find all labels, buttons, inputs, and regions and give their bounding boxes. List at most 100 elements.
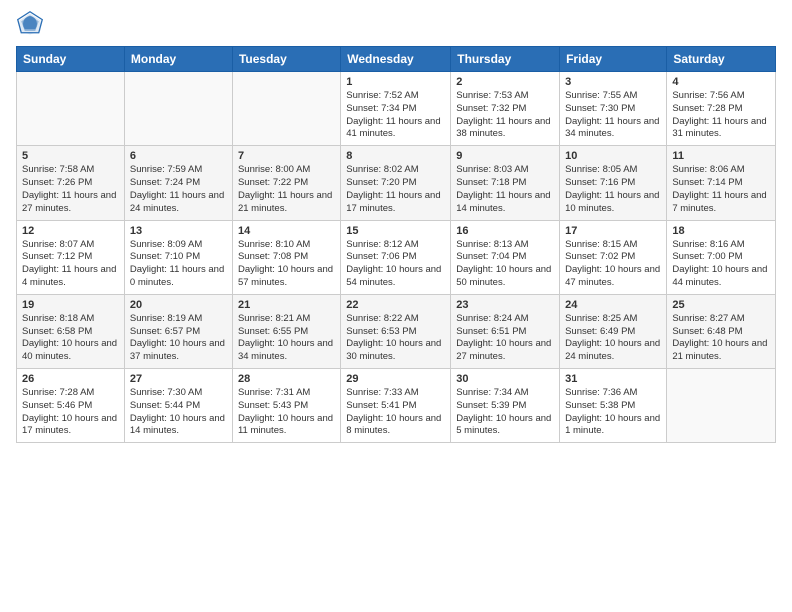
day-cell: 28 Sunrise: 7:31 AM Sunset: 5:43 PM Dayli…: [232, 369, 340, 443]
day-number: 14: [238, 225, 335, 237]
day-cell: 31 Sunrise: 7:36 AM Sunset: 5:38 PM Dayli…: [560, 369, 667, 443]
day-info: Sunrise: 7:30 AM Sunset: 5:44 PM Dayligh…: [130, 387, 227, 438]
day-number: 11: [672, 150, 770, 162]
weekday-header-row: SundayMondayTuesdayWednesdayThursdayFrid…: [17, 47, 776, 72]
day-info: Sunrise: 8:05 AM Sunset: 7:16 PM Dayligh…: [565, 164, 661, 215]
day-number: 4: [672, 76, 770, 88]
day-info: Sunrise: 8:12 AM Sunset: 7:06 PM Dayligh…: [346, 239, 445, 290]
day-cell: 25 Sunrise: 8:27 AM Sunset: 6:48 PM Dayli…: [667, 294, 776, 368]
day-number: 22: [346, 299, 445, 311]
day-cell: 5 Sunrise: 7:58 AM Sunset: 7:26 PM Daylig…: [17, 146, 125, 220]
day-cell: [124, 72, 232, 146]
day-cell: [17, 72, 125, 146]
day-info: Sunrise: 8:07 AM Sunset: 7:12 PM Dayligh…: [22, 239, 119, 290]
day-number: 30: [456, 373, 554, 385]
day-number: 5: [22, 150, 119, 162]
day-info: Sunrise: 7:58 AM Sunset: 7:26 PM Dayligh…: [22, 164, 119, 215]
day-info: Sunrise: 8:13 AM Sunset: 7:04 PM Dayligh…: [456, 239, 554, 290]
day-info: Sunrise: 8:00 AM Sunset: 7:22 PM Dayligh…: [238, 164, 335, 215]
day-number: 24: [565, 299, 661, 311]
page: SundayMondayTuesdayWednesdayThursdayFrid…: [0, 0, 792, 612]
day-cell: 4 Sunrise: 7:56 AM Sunset: 7:28 PM Daylig…: [667, 72, 776, 146]
day-info: Sunrise: 8:25 AM Sunset: 6:49 PM Dayligh…: [565, 313, 661, 364]
day-number: 20: [130, 299, 227, 311]
week-row-4: 19 Sunrise: 8:18 AM Sunset: 6:58 PM Dayli…: [17, 294, 776, 368]
day-number: 31: [565, 373, 661, 385]
header: [16, 10, 776, 38]
week-row-3: 12 Sunrise: 8:07 AM Sunset: 7:12 PM Dayli…: [17, 220, 776, 294]
day-info: Sunrise: 8:22 AM Sunset: 6:53 PM Dayligh…: [346, 313, 445, 364]
day-number: 27: [130, 373, 227, 385]
day-cell: 3Sunrise: 7:55 AM Sunset: 7:30 PM Daylig…: [560, 72, 667, 146]
calendar-table: SundayMondayTuesdayWednesdayThursdayFrid…: [16, 46, 776, 443]
day-number: 17: [565, 225, 661, 237]
day-info: Sunrise: 8:15 AM Sunset: 7:02 PM Dayligh…: [565, 239, 661, 290]
day-number: 9: [456, 150, 554, 162]
weekday-header-wednesday: Wednesday: [341, 47, 451, 72]
day-number: 25: [672, 299, 770, 311]
day-number: 15: [346, 225, 445, 237]
day-info: Sunrise: 8:18 AM Sunset: 6:58 PM Dayligh…: [22, 313, 119, 364]
day-info: Sunrise: 8:16 AM Sunset: 7:00 PM Dayligh…: [672, 239, 770, 290]
day-cell: 15 Sunrise: 8:12 AM Sunset: 7:06 PM Dayli…: [341, 220, 451, 294]
day-cell: 18Sunrise: 8:16 AM Sunset: 7:00 PM Dayli…: [667, 220, 776, 294]
weekday-header-thursday: Thursday: [451, 47, 560, 72]
day-info: Sunrise: 7:34 AM Sunset: 5:39 PM Dayligh…: [456, 387, 554, 438]
day-number: 2: [456, 76, 554, 88]
day-info: Sunrise: 8:03 AM Sunset: 7:18 PM Dayligh…: [456, 164, 554, 215]
day-info: Sunrise: 8:09 AM Sunset: 7:10 PM Dayligh…: [130, 239, 227, 290]
day-info: Sunrise: 7:53 AM Sunset: 7:32 PM Dayligh…: [456, 90, 554, 141]
day-info: Sunrise: 8:02 AM Sunset: 7:20 PM Dayligh…: [346, 164, 445, 215]
day-cell: 16 Sunrise: 8:13 AM Sunset: 7:04 PM Dayli…: [451, 220, 560, 294]
day-cell: 29 Sunrise: 7:33 AM Sunset: 5:41 PM Dayli…: [341, 369, 451, 443]
day-number: 16: [456, 225, 554, 237]
day-info: Sunrise: 7:56 AM Sunset: 7:28 PM Dayligh…: [672, 90, 770, 141]
day-cell: 13 Sunrise: 8:09 AM Sunset: 7:10 PM Dayli…: [124, 220, 232, 294]
day-number: 23: [456, 299, 554, 311]
day-number: 12: [22, 225, 119, 237]
day-number: 19: [22, 299, 119, 311]
day-info: Sunrise: 8:21 AM Sunset: 6:55 PM Dayligh…: [238, 313, 335, 364]
day-cell: 22 Sunrise: 8:22 AM Sunset: 6:53 PM Dayli…: [341, 294, 451, 368]
week-row-5: 26 Sunrise: 7:28 AM Sunset: 5:46 PM Dayli…: [17, 369, 776, 443]
weekday-header-sunday: Sunday: [17, 47, 125, 72]
day-cell: 8 Sunrise: 8:02 AM Sunset: 7:20 PM Daylig…: [341, 146, 451, 220]
day-cell: 19 Sunrise: 8:18 AM Sunset: 6:58 PM Dayli…: [17, 294, 125, 368]
weekday-header-friday: Friday: [560, 47, 667, 72]
day-number: 13: [130, 225, 227, 237]
day-cell: 14 Sunrise: 8:10 AM Sunset: 7:08 PM Dayli…: [232, 220, 340, 294]
day-number: 28: [238, 373, 335, 385]
day-info: Sunrise: 8:10 AM Sunset: 7:08 PM Dayligh…: [238, 239, 335, 290]
day-cell: 24 Sunrise: 8:25 AM Sunset: 6:49 PM Dayli…: [560, 294, 667, 368]
day-info: Sunrise: 7:31 AM Sunset: 5:43 PM Dayligh…: [238, 387, 335, 438]
week-row-2: 5 Sunrise: 7:58 AM Sunset: 7:26 PM Daylig…: [17, 146, 776, 220]
day-info: Sunrise: 7:28 AM Sunset: 5:46 PM Dayligh…: [22, 387, 119, 438]
day-cell: 20Sunrise: 8:19 AM Sunset: 6:57 PM Dayli…: [124, 294, 232, 368]
day-number: 26: [22, 373, 119, 385]
logo: [16, 10, 48, 38]
day-info: Sunrise: 7:55 AM Sunset: 7:30 PM Dayligh…: [565, 90, 661, 141]
day-cell: 10 Sunrise: 8:05 AM Sunset: 7:16 PM Dayli…: [560, 146, 667, 220]
day-cell: 27 Sunrise: 7:30 AM Sunset: 5:44 PM Dayli…: [124, 369, 232, 443]
day-number: 8: [346, 150, 445, 162]
day-info: Sunrise: 8:24 AM Sunset: 6:51 PM Dayligh…: [456, 313, 554, 364]
day-number: 1: [346, 76, 445, 88]
week-row-1: 1Sunrise: 7:52 AM Sunset: 7:34 PM Daylig…: [17, 72, 776, 146]
day-number: 6: [130, 150, 227, 162]
day-cell: 21 Sunrise: 8:21 AM Sunset: 6:55 PM Dayli…: [232, 294, 340, 368]
day-cell: 23 Sunrise: 8:24 AM Sunset: 6:51 PM Dayli…: [451, 294, 560, 368]
day-info: Sunrise: 8:27 AM Sunset: 6:48 PM Dayligh…: [672, 313, 770, 364]
weekday-header-saturday: Saturday: [667, 47, 776, 72]
day-cell: [667, 369, 776, 443]
day-number: 29: [346, 373, 445, 385]
day-cell: 7 Sunrise: 8:00 AM Sunset: 7:22 PM Daylig…: [232, 146, 340, 220]
day-number: 7: [238, 150, 335, 162]
day-cell: 2 Sunrise: 7:53 AM Sunset: 7:32 PM Daylig…: [451, 72, 560, 146]
day-info: Sunrise: 7:33 AM Sunset: 5:41 PM Dayligh…: [346, 387, 445, 438]
day-cell: 12 Sunrise: 8:07 AM Sunset: 7:12 PM Dayli…: [17, 220, 125, 294]
day-number: 10: [565, 150, 661, 162]
day-info: Sunrise: 7:36 AM Sunset: 5:38 PM Dayligh…: [565, 387, 661, 438]
day-number: 21: [238, 299, 335, 311]
day-cell: 11Sunrise: 8:06 AM Sunset: 7:14 PM Dayli…: [667, 146, 776, 220]
day-cell: 1Sunrise: 7:52 AM Sunset: 7:34 PM Daylig…: [341, 72, 451, 146]
